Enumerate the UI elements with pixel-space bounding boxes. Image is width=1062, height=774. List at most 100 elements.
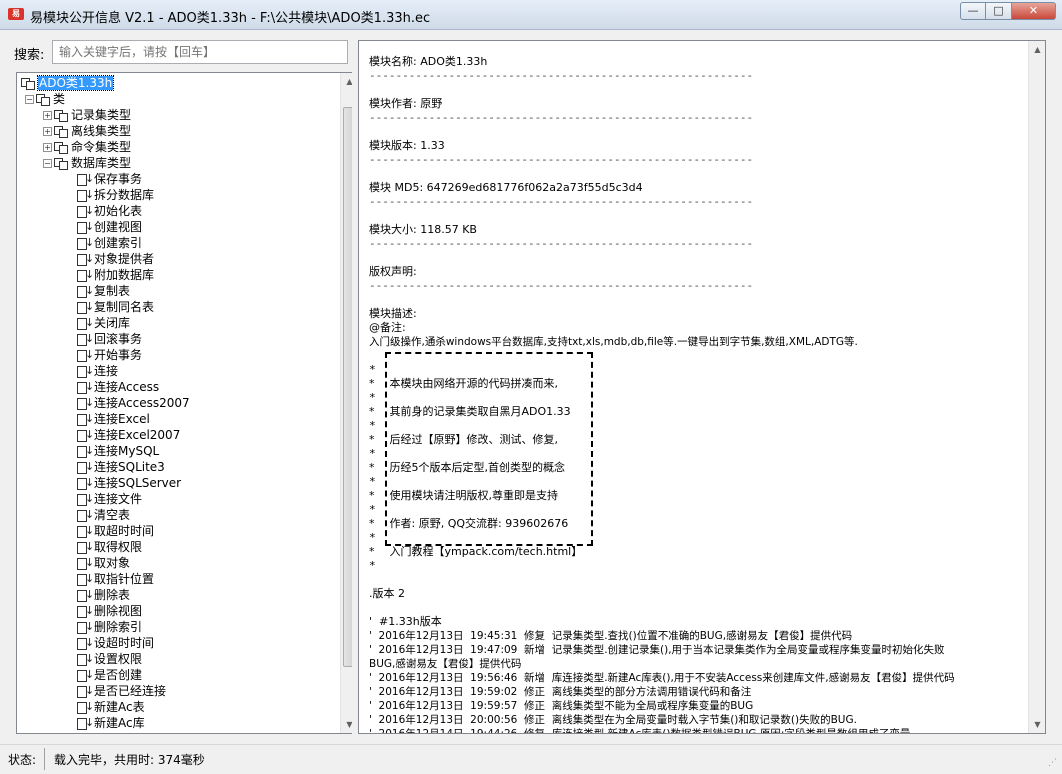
method-icon [77, 251, 94, 267]
tree-group[interactable]: + 记录集类型 [43, 107, 131, 123]
module-tree[interactable]: ADO类1.33h −类 +记录集类型+离线集类型+命令集类型−数据库类型保存事… [16, 72, 358, 734]
tree-method-label: 新建Ac库 [94, 716, 145, 730]
method-icon [77, 235, 94, 251]
tree-method-item[interactable]: 初始化表 [77, 203, 142, 219]
tree-group[interactable]: − 数据库类型 [43, 155, 131, 171]
tree-method-label: 设置权限 [94, 652, 143, 666]
tree-method-item[interactable]: 附加数据库 [77, 267, 154, 283]
tree-method-item[interactable]: 连接SQLite3 [77, 459, 165, 475]
close-button[interactable]: ✕ [1012, 2, 1056, 20]
tree-method-item[interactable]: 取超时时间 [77, 523, 154, 539]
tree-method-item[interactable]: 关闭库 [77, 315, 130, 331]
notice-text: 入门教程【ympack.com/tech.html】 [389, 545, 583, 558]
tree-method-item[interactable]: 设置权限 [77, 651, 142, 667]
tree-group[interactable]: + 离线集类型 [43, 123, 131, 139]
tree-method-item[interactable]: 连接SQLServer [77, 475, 181, 491]
method-icon [77, 315, 94, 331]
tree-method-label: 是否创建 [94, 668, 143, 682]
tree-method-label: 是否已经连接 [94, 684, 167, 698]
method-icon [77, 475, 94, 491]
tree-method-item[interactable]: 取指针位置 [77, 571, 154, 587]
tree-method-item[interactable]: 连接MySQL [77, 443, 159, 459]
tree-method-item[interactable]: 连接Access2007 [77, 395, 190, 411]
expand-toggle-icon[interactable]: + [43, 127, 52, 136]
notice-box [385, 352, 593, 546]
tree-method-label: 删除视图 [94, 604, 143, 618]
tree-method-item[interactable]: 连接 [77, 363, 118, 379]
tree-method-item[interactable]: 新建Ac库 [77, 715, 145, 731]
tree-root[interactable]: ADO类1.33h [21, 75, 115, 91]
tree-method-item[interactable]: 删除视图 [77, 603, 142, 619]
tree-content: ADO类1.33h −类 +记录集类型+离线集类型+命令集类型−数据库类型保存事… [17, 73, 340, 733]
tree-method-item[interactable]: 拆分数据库 [77, 187, 154, 203]
minimize-button[interactable]: — [960, 2, 986, 20]
info-scrollbar[interactable]: ▲ ▼ [1028, 41, 1045, 733]
class-type-icon [54, 141, 68, 154]
copyright-label: 版权声明: [369, 265, 417, 278]
scroll-down-arrow-icon[interactable]: ▼ [1029, 716, 1045, 733]
separator-line: ----------------------------------------… [369, 111, 754, 124]
tree-method-item[interactable]: 删除表 [77, 587, 130, 603]
method-icon [77, 427, 94, 443]
tree-method-label: 连接文件 [94, 492, 143, 506]
expand-toggle-icon[interactable]: + [43, 111, 52, 120]
tree-method-item[interactable]: 连接Excel2007 [77, 427, 180, 443]
method-icon [77, 331, 94, 347]
tree-class-label: 类 [53, 92, 66, 106]
tree-method-item[interactable]: 连接文件 [77, 491, 142, 507]
tree-method-label: 拆分数据库 [94, 188, 155, 202]
method-icon [77, 267, 94, 283]
scroll-up-arrow-icon[interactable]: ▲ [1029, 41, 1045, 58]
tree-method-item[interactable]: 创建视图 [77, 219, 142, 235]
tree-class-node[interactable]: − 类 [25, 91, 65, 107]
tree-group[interactable]: + 命令集类型 [43, 139, 131, 155]
tree-method-item[interactable]: 连接Excel [77, 411, 150, 427]
tree-method-item[interactable]: 是否创建 [77, 667, 142, 683]
tree-method-item[interactable]: 新建Ac表 [77, 699, 145, 715]
app-icon: 易 [8, 8, 24, 20]
method-icon [77, 171, 94, 187]
tree-method-label: 设超时时间 [94, 636, 155, 650]
changelog-entry: ' 2016年12月13日 19:59:02 修正 离线集类型的部分方法调用错误… [369, 686, 752, 698]
tree-method-label: 新建Ac表 [94, 700, 145, 714]
tree-method-item[interactable]: 删除索引 [77, 619, 142, 635]
asterisk-line: * [369, 559, 376, 572]
separator-line: ----------------------------------------… [369, 237, 754, 250]
tree-method-item[interactable]: 创建索引 [77, 235, 142, 251]
separator-line: ----------------------------------------… [369, 279, 754, 292]
method-icon [77, 603, 94, 619]
tree-method-item[interactable]: 保存事务 [77, 171, 142, 187]
tree-method-item[interactable]: 取得权限 [77, 539, 142, 555]
tree-method-item[interactable]: 复制同名表 [77, 299, 154, 315]
tree-method-item[interactable]: 设超时时间 [77, 635, 154, 651]
tree-group-label: 离线集类型 [71, 124, 132, 138]
tree-method-item[interactable]: 取对象 [77, 555, 130, 571]
method-icon [77, 619, 94, 635]
module-icon [21, 77, 35, 90]
maximize-button[interactable]: □ [986, 2, 1012, 20]
module-author: 模块作者: 原野 [369, 97, 443, 110]
tree-method-item[interactable]: 复制表 [77, 283, 130, 299]
method-icon [77, 651, 94, 667]
tree-method-item[interactable]: 对象提供者 [77, 251, 154, 267]
tree-method-item[interactable]: 回滚事务 [77, 331, 142, 347]
tree-method-item[interactable]: 开始事务 [77, 347, 142, 363]
tree-group-label: 记录集类型 [71, 108, 132, 122]
tree-method-item[interactable]: 连接Access [77, 379, 159, 395]
expand-toggle-icon[interactable]: + [43, 143, 52, 152]
collapse-toggle-icon[interactable]: − [25, 95, 34, 104]
tree-method-item[interactable]: 是否已经连接 [77, 683, 166, 699]
resize-grip-icon[interactable]: ⋰ [1048, 759, 1060, 772]
changelog-entry: ' 2016年12月13日 20:00:56 修正 离线集类型在为全局变量时载入… [369, 714, 857, 726]
collapse-toggle-icon[interactable]: − [43, 159, 52, 168]
search-input[interactable] [52, 40, 348, 64]
tree-method-item[interactable]: 清空表 [77, 507, 130, 523]
tree-method-label: 连接Access [94, 380, 160, 394]
method-icon [77, 379, 94, 395]
version-line: .版本 2 [369, 587, 405, 600]
